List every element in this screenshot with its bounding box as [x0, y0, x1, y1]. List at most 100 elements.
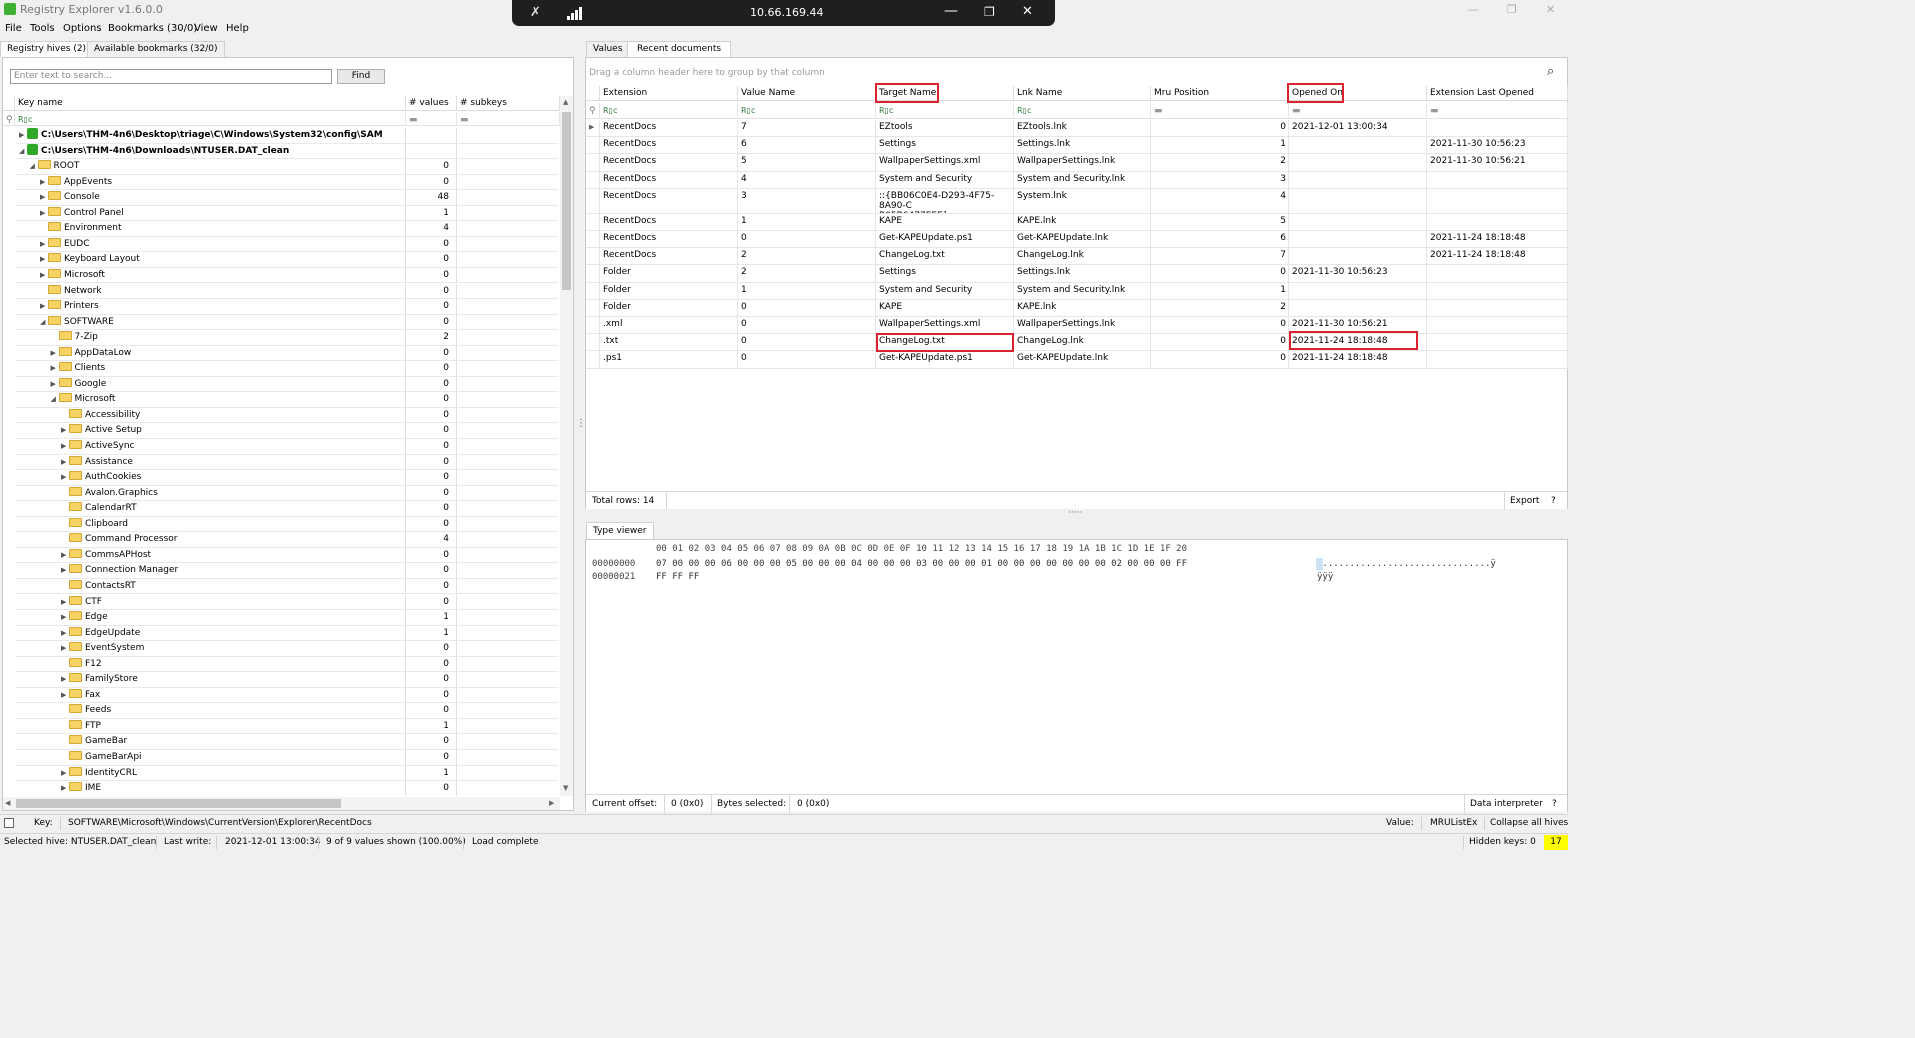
tree-row[interactable]: 7-Zip 2: [15, 330, 558, 346]
expand-arrow-icon[interactable]: ▶: [61, 455, 69, 470]
cell-opened-on[interactable]: 2021-11-24 18:18:48: [1289, 351, 1427, 368]
tree-row[interactable]: ◢ Microsoft 0: [15, 392, 558, 408]
cell-extension[interactable]: RecentDocs: [600, 154, 738, 171]
tree-row[interactable]: ◢ ROOT 0: [15, 159, 558, 175]
cell-target-name[interactable]: WallpaperSettings.xml: [876, 317, 1014, 334]
close-icon[interactable]: ✕: [1546, 3, 1555, 16]
expand-arrow-icon[interactable]: ▶: [61, 641, 69, 656]
cell-lnk-name[interactable]: KAPE.lnk: [1014, 213, 1151, 230]
row-indicator[interactable]: [586, 188, 600, 213]
column-subkeys-count[interactable]: # subkeys: [457, 96, 560, 111]
cell-lnk-name[interactable]: Get-KAPEUpdate.lnk: [1014, 231, 1151, 248]
grid-row[interactable]: .xml 0 WallpaperSettings.xml WallpaperSetti…: [586, 317, 1568, 335]
tree-row[interactable]: ▶ AuthCookies 0: [15, 470, 558, 486]
tree-row[interactable]: ▶ Console 48: [15, 190, 558, 206]
tree-row[interactable]: Network 0: [15, 283, 558, 299]
cell-lnk-name[interactable]: System.lnk: [1014, 188, 1151, 213]
cell-mru-position[interactable]: 4: [1151, 188, 1289, 213]
column-target-name[interactable]: Target Name: [876, 86, 1014, 101]
cell-extension-last-opened[interactable]: [1427, 282, 1568, 299]
cell-opened-on[interactable]: [1289, 154, 1427, 171]
tree-row[interactable]: ▶ Active Setup 0: [15, 423, 558, 439]
grid-row[interactable]: Folder 2 Settings Settings.lnk 0 2021-11-30 1…: [586, 265, 1568, 283]
row-indicator[interactable]: [586, 299, 600, 316]
row-indicator[interactable]: ▶: [586, 120, 600, 137]
filter-opened-on[interactable]: ▬: [1289, 103, 1427, 118]
filter-subkeys[interactable]: ▬: [457, 112, 560, 125]
filter-extension-last-opened[interactable]: ▬: [1427, 103, 1568, 118]
grid-row[interactable]: RecentDocs 5 WallpaperSettings.xml Wallpape…: [586, 154, 1568, 172]
remote-minimize-icon[interactable]: —: [944, 3, 958, 19]
cell-value-name[interactable]: 1: [738, 213, 876, 230]
grid-filter-pin-icon[interactable]: ⚲: [586, 103, 600, 118]
cell-lnk-name[interactable]: System and Security.lnk: [1014, 282, 1151, 299]
cell-extension[interactable]: RecentDocs: [600, 188, 738, 213]
tree-key-cell[interactable]: ▶ Connection Manager: [15, 563, 405, 578]
cell-extension[interactable]: RecentDocs: [600, 171, 738, 188]
cell-lnk-name[interactable]: ChangeLog.lnk: [1014, 248, 1151, 265]
cell-target-name[interactable]: Settings: [876, 265, 1014, 282]
tree-key-cell[interactable]: CalendarRT: [15, 501, 405, 516]
cell-value-name[interactable]: 2: [738, 265, 876, 282]
tree-key-cell[interactable]: ▶ FamilyStore: [15, 672, 405, 687]
filter-pin-icon[interactable]: ⚲: [3, 112, 15, 125]
signal-strength-icon[interactable]: [567, 6, 585, 20]
cell-value-name[interactable]: 1: [738, 282, 876, 299]
cell-target-name[interactable]: ::{BB06C0E4-D293-4F75-8A90-C B05B6477EEE…: [876, 188, 1014, 213]
remote-restore-icon[interactable]: ❐: [984, 5, 995, 19]
tab-available-bookmarks[interactable]: Available bookmarks (32/0): [87, 41, 225, 57]
tree-row[interactable]: ▶ Edge 1: [15, 610, 558, 626]
tree-row[interactable]: ▶ IME 0: [15, 781, 558, 796]
tree-key-cell[interactable]: ▶ Microsoft: [15, 268, 405, 283]
tree-key-cell[interactable]: ▶ C:\Users\THM-4n6\Desktop\triage\C\Windo…: [15, 128, 405, 143]
cell-opened-on[interactable]: [1289, 231, 1427, 248]
grid-row[interactable]: .ps1 0 Get-KAPEUpdate.ps1 Get-KAPEUpdate.ln…: [586, 351, 1568, 369]
expand-arrow-icon[interactable]: ▶: [51, 361, 59, 376]
cell-lnk-name[interactable]: System and Security.lnk: [1014, 171, 1151, 188]
tree-key-cell[interactable]: ▶ AuthCookies: [15, 470, 405, 485]
tree-row[interactable]: ▶ Printers 0: [15, 299, 558, 315]
tree-row[interactable]: ▶ EventSystem 0: [15, 641, 558, 657]
cell-target-name[interactable]: System and Security: [876, 171, 1014, 188]
cell-target-name[interactable]: ChangeLog.txt: [876, 248, 1014, 265]
cell-target-name[interactable]: KAPE: [876, 213, 1014, 230]
tree-key-cell[interactable]: ContactsRT: [15, 579, 405, 594]
menu-file[interactable]: File: [5, 23, 22, 34]
tree-key-cell[interactable]: ▶ Keyboard Layout: [15, 252, 405, 267]
grid-row[interactable]: RecentDocs 1 KAPE KAPE.lnk 5: [586, 213, 1568, 231]
expand-arrow-icon[interactable]: ▶: [61, 781, 69, 796]
collapse-all-hives-button[interactable]: Collapse all hives: [1490, 818, 1568, 828]
filter-mru-position[interactable]: ▬: [1151, 103, 1289, 118]
cell-extension-last-opened[interactable]: [1427, 213, 1568, 230]
row-indicator[interactable]: [586, 351, 600, 368]
scroll-right-icon[interactable]: ▶: [549, 799, 554, 807]
tree-row[interactable]: ▶ Fax 0: [15, 687, 558, 704]
grid-row[interactable]: .txt 0 ChangeLog.txt ChangeLog.lnk 0 2021-11-…: [586, 334, 1568, 352]
tree-row[interactable]: ▶ Keyboard Layout 0: [15, 252, 558, 268]
grid-row[interactable]: RecentDocs 3::{BB06C0E4-D293-4F75-8A90-C …: [586, 188, 1568, 214]
cell-extension[interactable]: RecentDocs: [600, 213, 738, 230]
unpin-icon[interactable]: ✗: [530, 5, 541, 20]
tree-vertical-scrollbar[interactable]: ▲ ▼: [560, 96, 573, 796]
tree-key-cell[interactable]: Avalon.Graphics: [15, 486, 405, 501]
cell-extension-last-opened[interactable]: [1427, 120, 1568, 137]
grid-row[interactable]: Folder 1 System and Security System and Sec…: [586, 282, 1568, 300]
tree-key-cell[interactable]: ▶ EventSystem: [15, 641, 405, 656]
hex-ascii-line-2[interactable]: ÿÿÿ: [1317, 572, 1333, 582]
tree-row[interactable]: ▶ Connection Manager 0: [15, 563, 558, 579]
column-extension[interactable]: Extension: [600, 86, 738, 101]
expand-arrow-icon[interactable]: ▶: [19, 128, 27, 143]
tree-key-cell[interactable]: ▶ Clients: [15, 361, 405, 376]
column-value-name[interactable]: Value Name: [738, 86, 876, 101]
cell-mru-position[interactable]: 0: [1151, 265, 1289, 282]
tree-row[interactable]: ▶ CTF 0: [15, 594, 558, 610]
tree-key-cell[interactable]: 7-Zip: [15, 330, 405, 345]
tree-row[interactable]: ▶ Clients 0: [15, 361, 558, 377]
cell-target-name[interactable]: Get-KAPEUpdate.ps1: [876, 351, 1014, 368]
tree-row[interactable]: ▶ AppDataLow 0: [15, 345, 558, 362]
tree-key-cell[interactable]: ◢ ROOT: [15, 159, 405, 174]
tree-row[interactable]: ▶ Assistance 0: [15, 454, 558, 471]
row-indicator[interactable]: [586, 317, 600, 334]
tree-key-cell[interactable]: Accessibility: [15, 408, 405, 423]
tree-row[interactable]: Clipboard 0: [15, 516, 558, 533]
